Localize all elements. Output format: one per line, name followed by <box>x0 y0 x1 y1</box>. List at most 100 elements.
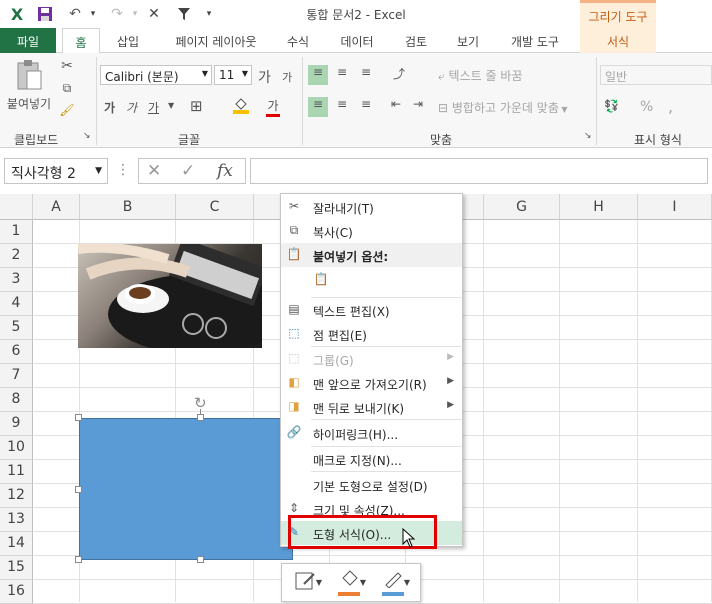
menu-item-bring-to-front[interactable]: ◧ 맨 앞으로 가져오기(R) ▶ <box>281 371 462 395</box>
row-header-6[interactable]: 6 <box>0 340 33 364</box>
menu-item-edit-text[interactable]: ▤ 텍스트 편집(X) <box>281 298 462 322</box>
row-header-4[interactable]: 4 <box>0 292 33 316</box>
resize-handle[interactable] <box>197 556 204 563</box>
column-header-i[interactable]: I <box>638 194 712 220</box>
insert-function-icon[interactable]: fx <box>217 161 233 181</box>
orientation-icon[interactable]: ⤴ <box>388 65 410 82</box>
row-header-15[interactable]: 15 <box>0 556 33 580</box>
font-name-select[interactable]: Calibri (본문) ▼ <box>100 65 212 85</box>
row-header-1[interactable]: 1 <box>0 220 33 244</box>
comma-button[interactable]: , <box>668 97 673 116</box>
borders-icon[interactable]: ⊞ <box>190 97 203 115</box>
wrap-text-icon: ⤶ <box>438 69 449 83</box>
resize-handle[interactable] <box>75 556 82 563</box>
menu-item-edit-points[interactable]: ⬚ 점 편집(E) <box>281 322 462 346</box>
align-center-icon[interactable]: ≡ <box>332 97 352 111</box>
paste-icon[interactable] <box>14 59 44 91</box>
ribbon: 붙여넣기 ✂ ⧉ 🖌 클립보드 ↘ Calibri (본문) ▼ 11 ▼ 가 가 … <box>0 53 712 148</box>
tab-home[interactable]: 홈 <box>62 28 100 54</box>
select-all-corner[interactable] <box>0 194 33 220</box>
currency-icon[interactable]: 💱 <box>604 99 619 113</box>
submenu-arrow-icon: ▶ <box>447 376 454 386</box>
align-right-icon[interactable]: ≡ <box>356 97 376 111</box>
dialog-launcher-icon[interactable]: ↘ <box>83 131 91 141</box>
shrink-font-button[interactable]: 가 <box>282 69 292 85</box>
shape-outline-button[interactable]: ▼ <box>378 570 410 598</box>
grow-font-button[interactable]: 가 <box>258 67 271 87</box>
enter-icon[interactable]: ✓ <box>181 161 195 181</box>
tab-review[interactable]: 검토 <box>396 28 436 53</box>
shape-style-button[interactable]: ▼ <box>290 570 322 598</box>
tab-file[interactable]: 파일 <box>0 28 56 53</box>
font-size-select[interactable]: 11 ▼ <box>214 65 252 85</box>
menu-item-set-default-shape[interactable]: 기본 도형으로 설정(D) <box>281 473 462 497</box>
column-header-b[interactable]: B <box>80 194 176 220</box>
menu-item-cut[interactable]: ✂ 잘라내기(T) <box>281 195 462 219</box>
row-header-3[interactable]: 3 <box>0 268 33 292</box>
inserted-picture[interactable] <box>78 244 262 348</box>
font-color-button[interactable]: 가 <box>266 97 280 117</box>
row-header-2[interactable]: 2 <box>0 244 33 268</box>
column-header-g[interactable]: G <box>484 194 560 220</box>
tab-developer[interactable]: 개발 도구 <box>502 28 568 53</box>
row-header-7[interactable]: 7 <box>0 364 33 388</box>
menu-item-hyperlink[interactable]: 🔗 하이퍼링크(H)... <box>281 421 462 445</box>
resize-handle[interactable] <box>197 414 204 421</box>
tab-insert[interactable]: 삽입 <box>108 28 148 53</box>
number-format-select[interactable]: 일반 <box>600 65 712 85</box>
align-left-icon[interactable]: ≡ <box>308 97 328 117</box>
row-header-10[interactable]: 10 <box>0 436 33 460</box>
cut-icon[interactable]: ✂ <box>58 58 76 74</box>
row-header-8[interactable]: 8 <box>0 388 33 412</box>
shape-style-icon <box>295 572 315 590</box>
tab-page-layout[interactable]: 페이지 레이아웃 <box>160 28 272 53</box>
merge-center-button[interactable]: ⊟ 병합하고 가운데 맞춤 ▼ <box>438 99 568 116</box>
row-header-9[interactable]: 9 <box>0 412 33 436</box>
fill-color-icon[interactable] <box>232 96 250 117</box>
row-header-14[interactable]: 14 <box>0 532 33 556</box>
percent-button[interactable]: % <box>640 99 653 115</box>
tab-format[interactable]: 서식 <box>580 28 656 53</box>
resize-handle[interactable] <box>75 414 82 421</box>
cancel-icon[interactable]: ✕ <box>147 161 161 181</box>
dialog-launcher-icon[interactable]: ↘ <box>584 131 592 141</box>
menu-item-copy[interactable]: ⧉ 복사(C) <box>281 219 462 243</box>
format-painter-icon[interactable]: 🖌 <box>58 103 76 117</box>
row-header-11[interactable]: 11 <box>0 460 33 484</box>
align-top-icon[interactable]: ≡ <box>308 65 328 85</box>
row-header-5[interactable]: 5 <box>0 316 33 340</box>
copy-icon[interactable]: ⧉ <box>58 81 76 96</box>
resize-handle[interactable] <box>75 486 82 493</box>
decrease-indent-icon[interactable]: ⇤ <box>386 97 406 111</box>
wrap-text-button[interactable]: ⤶ 텍스트 줄 바꿈 <box>438 67 522 84</box>
tab-data[interactable]: 데이터 <box>332 28 382 53</box>
paste-label[interactable]: 붙여넣기 <box>4 95 54 112</box>
menu-label: 그룹(G) <box>313 354 354 368</box>
column-header-c[interactable]: C <box>176 194 254 220</box>
row-header-16[interactable]: 16 <box>0 580 33 604</box>
column-header-a[interactable]: A <box>33 194 80 220</box>
italic-button[interactable]: 가 <box>126 99 137 116</box>
menu-item-group: ⬚ 그룹(G) ▶ <box>281 347 462 371</box>
align-bottom-icon[interactable]: ≡ <box>356 65 376 79</box>
menu-label: 잘라내기(T) <box>313 202 374 216</box>
shape-fill-button[interactable]: ▼ <box>334 570 366 598</box>
underline-dropdown-icon[interactable]: ▼ <box>168 101 174 110</box>
tab-formulas[interactable]: 수식 <box>278 28 318 53</box>
menu-item-assign-macro[interactable]: 매크로 지정(N)... <box>281 447 462 471</box>
name-box[interactable]: 직사각형 2 ▼ <box>4 158 108 184</box>
row-header-12[interactable]: 12 <box>0 484 33 508</box>
tab-view[interactable]: 보기 <box>448 28 488 53</box>
increase-indent-icon[interactable]: ⇥ <box>408 97 428 111</box>
paste-option-icon[interactable]: 📋 <box>313 272 329 288</box>
mini-toolbar: ▼ ▼ ▼ <box>281 563 421 602</box>
bold-button[interactable]: 가 <box>104 99 115 116</box>
menu-separator <box>311 419 461 420</box>
row-header-13[interactable]: 13 <box>0 508 33 532</box>
formula-input[interactable] <box>250 158 708 184</box>
underline-button[interactable]: 가 <box>148 99 159 116</box>
column-header-h[interactable]: H <box>560 194 638 220</box>
rectangle-shape[interactable] <box>79 418 293 560</box>
align-middle-icon[interactable]: ≡ <box>332 65 352 79</box>
menu-item-send-to-back[interactable]: ◨ 맨 뒤로 보내기(K) ▶ <box>281 395 462 419</box>
